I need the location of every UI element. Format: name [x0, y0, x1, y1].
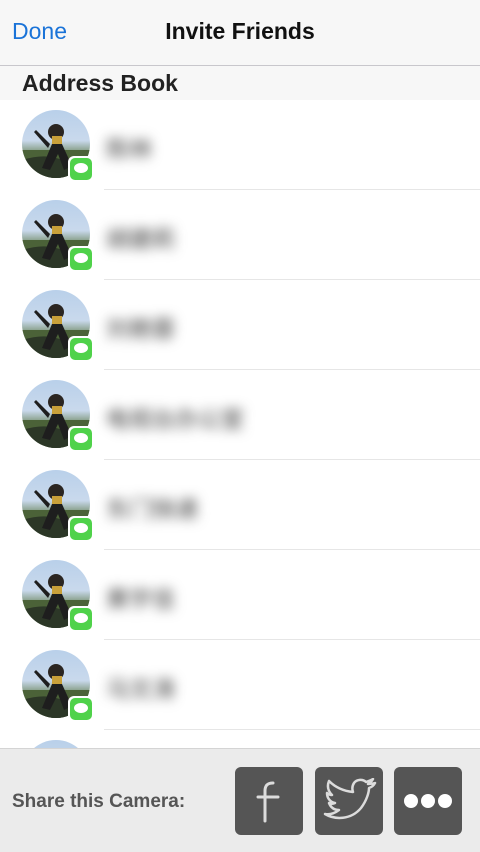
facebook-share-button[interactable]: [235, 767, 303, 835]
contact-row-partial[interactable]: [0, 730, 480, 748]
contact-row[interactable]: 电视台办公室: [0, 370, 480, 460]
message-badge-icon: [68, 336, 94, 362]
contact-row[interactable]: 陈林: [0, 100, 480, 190]
page-title: Invite Friends: [165, 18, 315, 44]
message-badge-icon: [68, 246, 94, 272]
facebook-icon: [256, 781, 280, 823]
contact-row[interactable]: 马文涛: [0, 640, 480, 730]
contact-row[interactable]: 刘艳蓉: [0, 280, 480, 370]
section-title: Address Book: [22, 70, 178, 96]
share-footer: Share this Camera:: [0, 748, 480, 852]
contact-row[interactable]: 黄宇佳: [0, 550, 480, 640]
contact-name: 胡建莉: [106, 227, 175, 253]
contact-row[interactable]: 东门快递: [0, 460, 480, 550]
twitter-share-button[interactable]: [315, 767, 383, 835]
contact-list[interactable]: 陈林 胡建莉 刘艳蓉 电视台办公室 东门快递 黄宇佳 马文涛: [0, 100, 480, 748]
navigation-bar: Done Invite Friends: [0, 0, 480, 66]
contact-name: 东门快递: [106, 497, 198, 523]
contact-name: 黄宇佳: [106, 587, 175, 613]
avatar: [22, 740, 90, 748]
message-badge-icon: [68, 426, 94, 452]
message-badge-icon: [68, 156, 94, 182]
section-header: Address Book: [0, 66, 480, 100]
message-badge-icon: [68, 516, 94, 542]
twitter-icon: [323, 778, 377, 820]
contact-name: 陈林: [106, 137, 152, 163]
more-icon: [404, 794, 452, 808]
share-label: Share this Camera:: [12, 791, 186, 812]
contact-row[interactable]: 胡建莉: [0, 190, 480, 280]
contact-name: 刘艳蓉: [106, 317, 175, 343]
contact-name: 电视台办公室: [106, 407, 244, 433]
more-share-button[interactable]: [394, 767, 462, 835]
message-badge-icon: [68, 606, 94, 632]
message-badge-icon: [68, 696, 94, 722]
invite-friends-screen: Done Invite Friends Address Book 陈林 胡建莉 …: [0, 0, 480, 852]
contact-name: 马文涛: [106, 677, 175, 703]
